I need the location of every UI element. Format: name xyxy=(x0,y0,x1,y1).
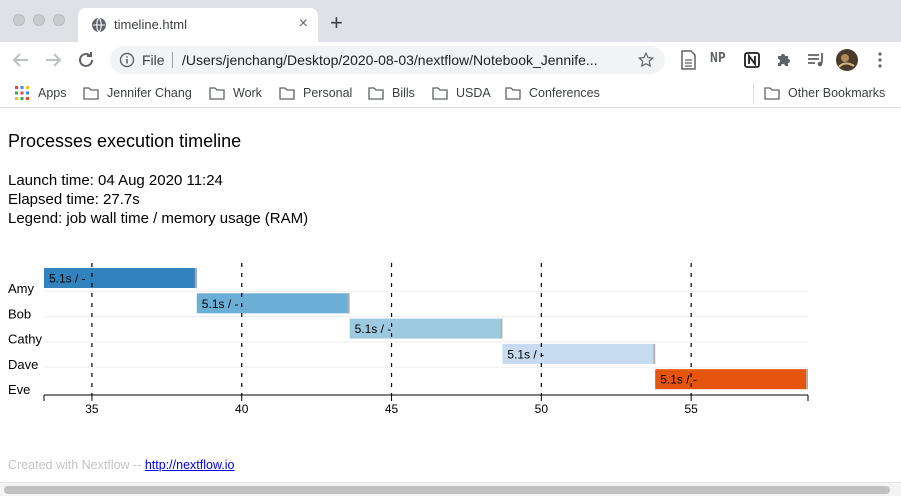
bookmark-label: Work xyxy=(233,86,262,100)
tab-title: timeline.html xyxy=(114,17,187,32)
bookmark-label: Jennifer Chang xyxy=(107,86,192,100)
scrollbar-thumb[interactable] xyxy=(4,486,890,494)
tab-close-icon[interactable]: × xyxy=(299,15,308,33)
bar-end-marker xyxy=(500,318,503,339)
row-label: Cathy xyxy=(8,332,42,347)
folder-icon xyxy=(209,86,225,100)
row-label: Eve xyxy=(8,382,30,397)
globe-icon xyxy=(92,17,106,33)
folder-icon xyxy=(432,86,448,100)
folder-icon xyxy=(764,86,780,100)
bar-end-marker xyxy=(194,268,197,288)
nextflow-link[interactable]: http://nextflow.io xyxy=(145,458,235,472)
elapsed-time: Elapsed time: 27.7s xyxy=(8,191,140,208)
notion-extension-icon[interactable] xyxy=(740,48,764,72)
info-icon[interactable] xyxy=(119,52,135,68)
x-tick-label: 55 xyxy=(684,402,698,416)
bar-label: 5.1s / - xyxy=(202,297,239,311)
back-arrow-icon[interactable] xyxy=(9,48,33,72)
close-window-button[interactable] xyxy=(13,14,25,26)
bookmark-usda[interactable]: USDA xyxy=(432,84,491,102)
folder-icon xyxy=(279,86,295,100)
x-tick-label: 50 xyxy=(535,402,549,416)
bookmark-personal[interactable]: Personal xyxy=(279,84,352,102)
profile-avatar-icon[interactable] xyxy=(835,48,859,72)
timeline-chart: 5.1s / - Amy 5.1s / - Bob 5.1s / - Cathy 5.1s … xyxy=(8,263,809,416)
document-extension-icon[interactable] xyxy=(676,48,700,72)
browser-toolbar: File /Users/jenchang/Desktop/2020-08-03/… xyxy=(0,42,901,78)
row-label: Amy xyxy=(8,281,35,296)
bookmark-bills[interactable]: Bills xyxy=(368,84,415,102)
forward-arrow-icon[interactable] xyxy=(41,48,65,72)
np-extension-icon[interactable]: NP xyxy=(710,51,726,66)
x-tick-label: 35 xyxy=(85,402,99,416)
bar-label: 5.1s / - xyxy=(355,322,392,336)
row-label: Dave xyxy=(8,357,38,372)
bookmark-star-icon[interactable] xyxy=(637,51,655,69)
omnibox-separator xyxy=(172,52,173,68)
folder-icon xyxy=(505,86,521,100)
reload-icon[interactable] xyxy=(74,48,98,72)
folder-icon xyxy=(83,86,99,100)
minimize-window-button[interactable] xyxy=(33,14,45,26)
bookmark-other[interactable]: Other Bookmarks xyxy=(764,84,885,102)
bookmarks-divider xyxy=(753,83,754,103)
bookmarks-bar: Apps Jennifer Chang Work Personal Bills … xyxy=(0,78,901,108)
bookmark-conferences[interactable]: Conferences xyxy=(505,84,600,102)
bookmark-work[interactable]: Work xyxy=(209,84,262,102)
bookmark-label: Other Bookmarks xyxy=(788,86,886,100)
bookmark-label: Personal xyxy=(303,86,353,100)
browser-tab[interactable]: timeline.html × xyxy=(78,8,318,42)
launch-time: Launch time: 04 Aug 2020 11:24 xyxy=(8,172,223,189)
x-tick-label: 40 xyxy=(235,402,249,416)
media-queue-icon[interactable] xyxy=(804,48,828,72)
bookmark-label: Apps xyxy=(38,86,67,100)
bar-end-marker xyxy=(806,369,808,390)
puzzle-extensions-icon[interactable] xyxy=(772,48,796,72)
row-label: Bob xyxy=(8,306,31,321)
new-tab-button[interactable]: + xyxy=(330,12,343,34)
tab-strip: timeline.html × + xyxy=(0,0,901,42)
apps-grid-icon xyxy=(15,86,29,100)
page-title: Processes execution timeline xyxy=(8,131,242,151)
url-text[interactable]: /Users/jenchang/Desktop/2020-08-03/nextf… xyxy=(182,52,627,68)
bookmark-jennifer-chang[interactable]: Jennifer Chang xyxy=(83,84,192,102)
bookmark-apps[interactable]: Apps xyxy=(15,84,67,102)
bookmark-label: Conferences xyxy=(529,86,600,100)
bar-end-marker xyxy=(653,343,656,364)
footer-text: Created with Nextflow -- xyxy=(8,458,145,472)
horizontal-scrollbar[interactable] xyxy=(0,482,901,496)
more-menu-icon[interactable] xyxy=(868,48,892,72)
address-bar[interactable]: File /Users/jenchang/Desktop/2020-08-03/… xyxy=(110,46,665,74)
folder-icon xyxy=(368,86,384,100)
bar-label: 5.1s / - xyxy=(507,347,544,361)
bookmark-label: USDA xyxy=(456,86,491,100)
scheme-label: File xyxy=(142,52,165,68)
bar-end-marker xyxy=(347,293,350,314)
bookmark-label: Bills xyxy=(392,86,415,100)
zoom-window-button[interactable] xyxy=(53,14,65,26)
bar-label: 5.1s / - xyxy=(49,272,86,286)
x-tick-label: 45 xyxy=(385,402,399,416)
legend-text: Legend: job wall time / memory usage (RA… xyxy=(8,210,309,227)
footer: Created with Nextflow -- http://nextflow… xyxy=(8,458,235,472)
